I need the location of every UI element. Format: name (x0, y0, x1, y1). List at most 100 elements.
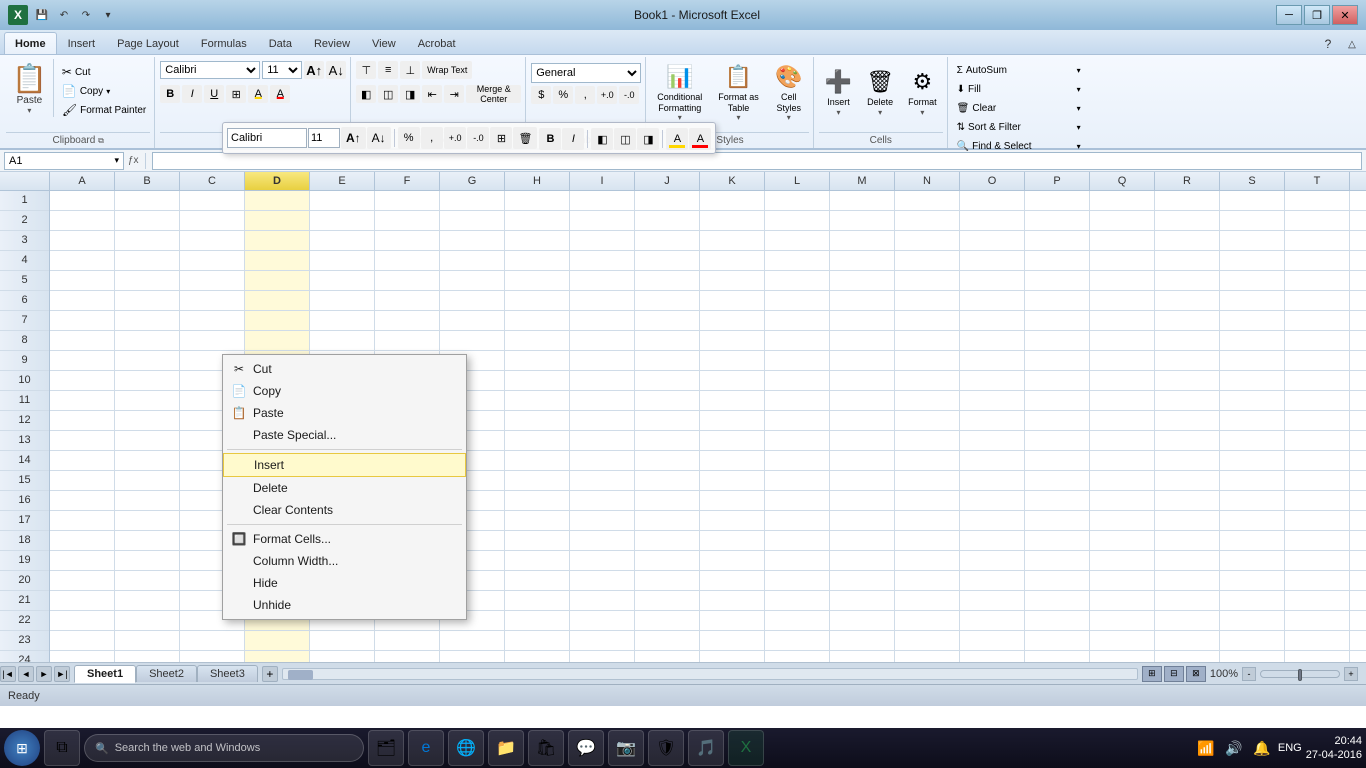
cell-A18[interactable] (50, 531, 115, 551)
cell-F24[interactable] (375, 651, 440, 662)
cell-K16[interactable] (700, 491, 765, 511)
cell-U7[interactable] (1350, 311, 1366, 331)
col-header-B[interactable]: B (115, 172, 180, 190)
row-header-12[interactable]: 12 (0, 411, 49, 431)
cell-C6[interactable] (180, 291, 245, 311)
cell-B10[interactable] (115, 371, 180, 391)
cell-F23[interactable] (375, 631, 440, 651)
cell-P20[interactable] (1025, 571, 1090, 591)
cell-L7[interactable] (765, 311, 830, 331)
cell-U12[interactable] (1350, 411, 1366, 431)
corner-cell[interactable] (0, 172, 50, 190)
cell-P11[interactable] (1025, 391, 1090, 411)
cell-I14[interactable] (570, 451, 635, 471)
cell-T18[interactable] (1285, 531, 1350, 551)
cell-M14[interactable] (830, 451, 895, 471)
row-header-8[interactable]: 8 (0, 331, 49, 351)
zoom-slider-thumb[interactable] (1298, 669, 1302, 681)
cell-D2[interactable] (245, 211, 310, 231)
cell-S11[interactable] (1220, 391, 1285, 411)
cell-O7[interactable] (960, 311, 1025, 331)
taskbar-photo-button[interactable]: 📷 (608, 730, 644, 766)
formula-input[interactable] (152, 152, 1362, 170)
cell-G5[interactable] (440, 271, 505, 291)
cell-O17[interactable] (960, 511, 1025, 531)
cell-B20[interactable] (115, 571, 180, 591)
cell-J6[interactable] (635, 291, 700, 311)
cell-G24[interactable] (440, 651, 505, 662)
cell-L9[interactable] (765, 351, 830, 371)
cell-E6[interactable] (310, 291, 375, 311)
cell-B11[interactable] (115, 391, 180, 411)
cell-T10[interactable] (1285, 371, 1350, 391)
col-header-J[interactable]: J (635, 172, 700, 190)
cell-H22[interactable] (505, 611, 570, 631)
cell-T5[interactable] (1285, 271, 1350, 291)
cell-B15[interactable] (115, 471, 180, 491)
align-right-button[interactable]: ◨ (400, 85, 420, 103)
cell-I20[interactable] (570, 571, 635, 591)
cell-O14[interactable] (960, 451, 1025, 471)
cell-K23[interactable] (700, 631, 765, 651)
mini-font-size-input[interactable] (308, 128, 340, 148)
cell-J16[interactable] (635, 491, 700, 511)
cell-S9[interactable] (1220, 351, 1285, 371)
cell-O18[interactable] (960, 531, 1025, 551)
cell-U4[interactable] (1350, 251, 1366, 271)
cell-H7[interactable] (505, 311, 570, 331)
ctx-paste-special[interactable]: Paste Special... (223, 424, 466, 446)
cell-J11[interactable] (635, 391, 700, 411)
cell-M16[interactable] (830, 491, 895, 511)
col-header-M[interactable]: M (830, 172, 895, 190)
mini-align-center-button[interactable]: ◫ (614, 128, 636, 150)
cell-R22[interactable] (1155, 611, 1220, 631)
tab-data[interactable]: Data (258, 32, 303, 54)
cell-E5[interactable] (310, 271, 375, 291)
copy-button[interactable]: 📄 Copy ▾ (58, 82, 150, 100)
cell-T12[interactable] (1285, 411, 1350, 431)
cell-F1[interactable] (375, 191, 440, 211)
cell-A15[interactable] (50, 471, 115, 491)
delete-cells-button[interactable]: 🗑 Delete ▾ (860, 63, 900, 123)
cell-T6[interactable] (1285, 291, 1350, 311)
cell-M10[interactable] (830, 371, 895, 391)
cell-F3[interactable] (375, 231, 440, 251)
cell-B4[interactable] (115, 251, 180, 271)
cell-N9[interactable] (895, 351, 960, 371)
cell-Q24[interactable] (1090, 651, 1155, 662)
cell-P1[interactable] (1025, 191, 1090, 211)
mini-align-left-button[interactable]: ◧ (591, 128, 613, 150)
cell-P4[interactable] (1025, 251, 1090, 271)
cell-S14[interactable] (1220, 451, 1285, 471)
cell-A19[interactable] (50, 551, 115, 571)
align-center-button[interactable]: ◫ (378, 85, 398, 103)
cell-P19[interactable] (1025, 551, 1090, 571)
row-header-4[interactable]: 4 (0, 251, 49, 271)
help-button[interactable]: ? (1318, 34, 1338, 54)
cell-D3[interactable] (245, 231, 310, 251)
cell-H1[interactable] (505, 191, 570, 211)
cell-M11[interactable] (830, 391, 895, 411)
cell-Q11[interactable] (1090, 391, 1155, 411)
merge-center-button[interactable]: Merge & Center (466, 85, 521, 103)
cell-M22[interactable] (830, 611, 895, 631)
taskbar-antivirus-button[interactable]: 🛡 (648, 730, 684, 766)
cell-P18[interactable] (1025, 531, 1090, 551)
cell-U3[interactable] (1350, 231, 1366, 251)
mini-bold-button[interactable]: B (539, 128, 561, 150)
cell-M7[interactable] (830, 311, 895, 331)
cell-K9[interactable] (700, 351, 765, 371)
cell-E24[interactable] (310, 651, 375, 662)
cell-A23[interactable] (50, 631, 115, 651)
decrease-font-size-button[interactable]: A↓ (326, 61, 346, 79)
save-qa-button[interactable]: 💾 (32, 5, 52, 25)
mini-fill-color-button[interactable]: A (666, 128, 688, 150)
cell-R10[interactable] (1155, 371, 1220, 391)
cell-G2[interactable] (440, 211, 505, 231)
cell-P9[interactable] (1025, 351, 1090, 371)
cell-N23[interactable] (895, 631, 960, 651)
col-header-D[interactable]: D (245, 172, 310, 190)
cell-N15[interactable] (895, 471, 960, 491)
cell-L5[interactable] (765, 271, 830, 291)
taskbar-music-button[interactable]: 🎵 (688, 730, 724, 766)
